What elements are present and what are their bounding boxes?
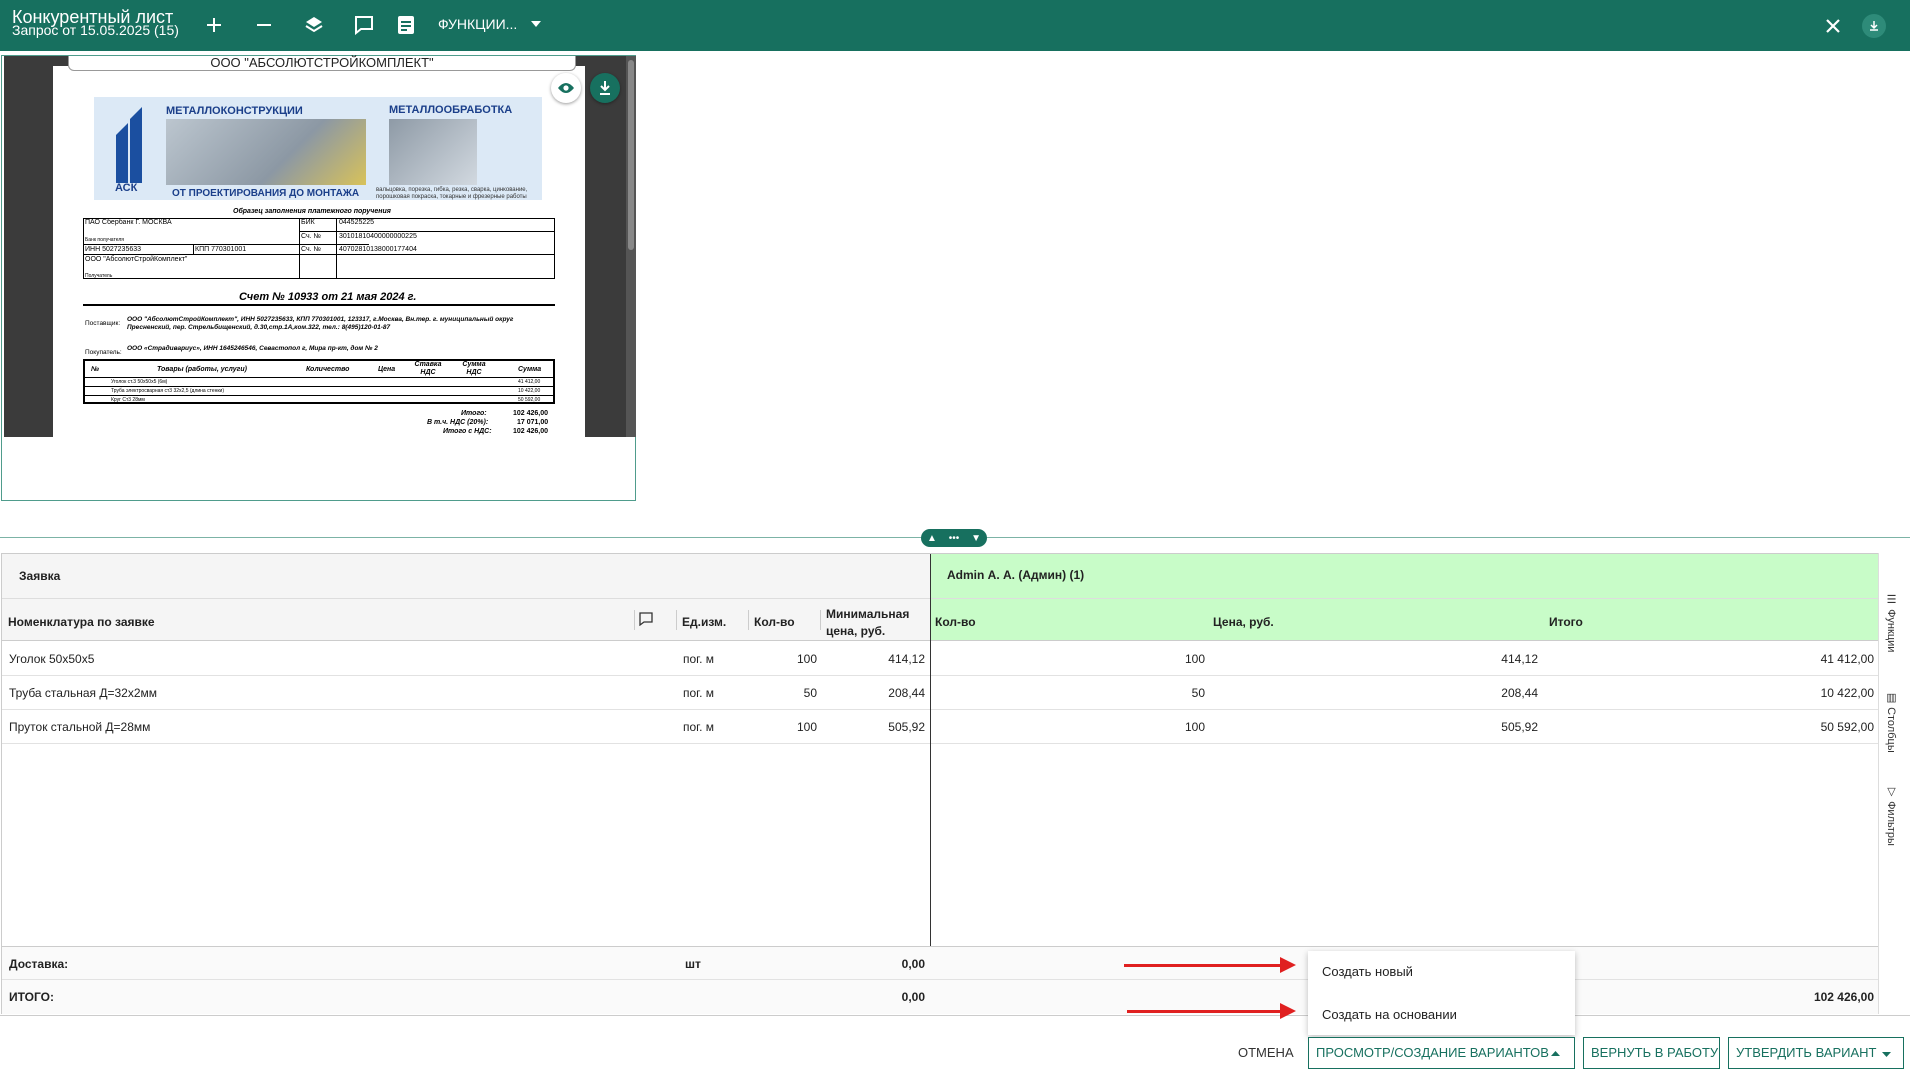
banner-title-right: МЕТАЛЛООБРАБОТКА	[389, 104, 513, 116]
col-qty[interactable]: Кол-во	[754, 615, 795, 629]
invoice-title: Счет № 10933 от 21 мая 2024 г.	[239, 291, 417, 303]
col-supplier-price[interactable]: Цена, руб.	[1213, 615, 1274, 629]
side-filters-tab[interactable]: ▽ Фильтры	[1885, 785, 1898, 846]
col-nomenclature[interactable]: Номенклатура по заявке	[8, 615, 155, 629]
approve-variant-button[interactable]: УТВЕРДИТЬ ВАРИАНТ	[1728, 1037, 1904, 1069]
menu-create-new[interactable]: Создать новый	[1322, 964, 1413, 979]
annotation-arrow	[1124, 957, 1296, 973]
caret-down-icon	[531, 21, 542, 27]
col-supplier-qty[interactable]: Кол-во	[935, 615, 976, 629]
functions-dropdown[interactable]: ФУНКЦИИ...	[438, 16, 542, 32]
caret-down-icon	[1882, 1052, 1891, 1057]
download-icon[interactable]	[1862, 14, 1886, 38]
side-functions-tab[interactable]: ☰ Функции	[1885, 593, 1898, 652]
preview-scroll-thumb[interactable]	[628, 60, 634, 250]
document-preview: АСК МЕТАЛЛОКОНСТРУКЦИИ МЕТАЛЛООБРАБОТКА …	[1, 55, 636, 501]
variants-menu: Создать новый Создать на основании	[1308, 951, 1575, 1035]
close-icon[interactable]	[1820, 13, 1846, 39]
plus-icon[interactable]	[201, 12, 227, 38]
table-row[interactable]: Пруток стальной Д=28мм пог. м 100 505,92…	[2, 710, 1879, 744]
chevron-down-icon[interactable]: ▼	[971, 533, 981, 544]
company-logo: АСК	[112, 105, 150, 194]
preview-viewport: АСК МЕТАЛЛОКОНСТРУКЦИИ МЕТАЛЛООБРАБОТКА …	[4, 56, 636, 437]
preview-company-name: ООО "АБСОЛЮТСТРОЙКОМПЛЕКТ"	[68, 56, 576, 71]
page-subtitle: Запрос от 15.05.2025 (15)	[12, 22, 179, 38]
document-icon[interactable]	[393, 12, 419, 38]
variants-button[interactable]: ПРОСМОТР/СОЗДАНИЕ ВАРИАНТОВ	[1308, 1037, 1575, 1069]
group-request: Заявка	[19, 569, 61, 583]
minus-icon[interactable]	[251, 12, 277, 38]
sample-title: Образец заполнения платежного поручения	[233, 208, 391, 215]
chevron-up-icon[interactable]: ▲	[927, 533, 937, 544]
cancel-button[interactable]: ОТМЕНА	[1238, 1045, 1294, 1060]
table-row[interactable]: Труба стальная Д=32х2мм пог. м 50 208,44…	[2, 676, 1879, 710]
splitter-controls: ▲ ••• ▼	[921, 529, 987, 547]
functions-label: ФУНКЦИИ...	[438, 16, 518, 32]
comment-column-icon[interactable]	[639, 612, 653, 631]
banner-title-left: МЕТАЛЛОКОНСТРУКЦИИ	[166, 105, 303, 117]
side-columns-tab[interactable]: ▥ Столбцы	[1885, 691, 1898, 753]
grid-side-panel: ☰ Функции ▥ Столбцы ▽ Фильтры	[1878, 553, 1908, 1014]
top-bar: Конкурентный лист Запрос от 15.05.2025 (…	[0, 0, 1910, 51]
comment-icon[interactable]	[351, 12, 377, 38]
table-row[interactable]: Уголок 50х50х5 пог. м 100 414,12 100 414…	[2, 642, 1879, 676]
col-supplier-total[interactable]: Итого	[1549, 615, 1583, 629]
group-supplier: Admin А. А. (Админ) (1)	[947, 568, 1085, 582]
comparison-table: Заявка Admin А. А. (Админ) (1) Номенклат…	[1, 553, 1879, 1014]
delivery-row: Доставка: шт 0,00	[2, 946, 1879, 980]
col-unit[interactable]: Ед.изм.	[682, 615, 726, 629]
menu-create-based[interactable]: Создать на основании	[1322, 1007, 1457, 1022]
banner-services: вальцовка, порезка, гибка, резка, сварка…	[376, 187, 528, 200]
more-icon[interactable]: •••	[949, 533, 960, 544]
banner-subtitle: ОТ ПРОЕКТИРОВАНИЯ ДО МОНТАЖА	[172, 188, 360, 199]
caret-up-icon	[1551, 1051, 1560, 1056]
metal-structures-image	[166, 119, 366, 185]
layers-icon[interactable]	[301, 12, 327, 38]
eye-icon[interactable]	[551, 73, 581, 103]
svg-text:АСК: АСК	[115, 182, 138, 191]
invoice-page: АСК МЕТАЛЛОКОНСТРУКЦИИ МЕТАЛЛООБРАБОТКА …	[53, 66, 585, 437]
annotation-arrow	[1127, 1003, 1296, 1019]
download-file-icon[interactable]	[590, 73, 620, 103]
return-to-work-button[interactable]: ВЕРНУТЬ В РАБОТУ	[1583, 1037, 1720, 1069]
metal-processing-image	[389, 119, 477, 185]
company-banner: АСК МЕТАЛЛОКОНСТРУКЦИИ МЕТАЛЛООБРАБОТКА …	[94, 97, 542, 200]
col-min-price[interactable]: Минимальная цена, руб.	[826, 607, 909, 638]
total-row: ИТОГО: 0,00 102 426,00	[2, 980, 1879, 1014]
